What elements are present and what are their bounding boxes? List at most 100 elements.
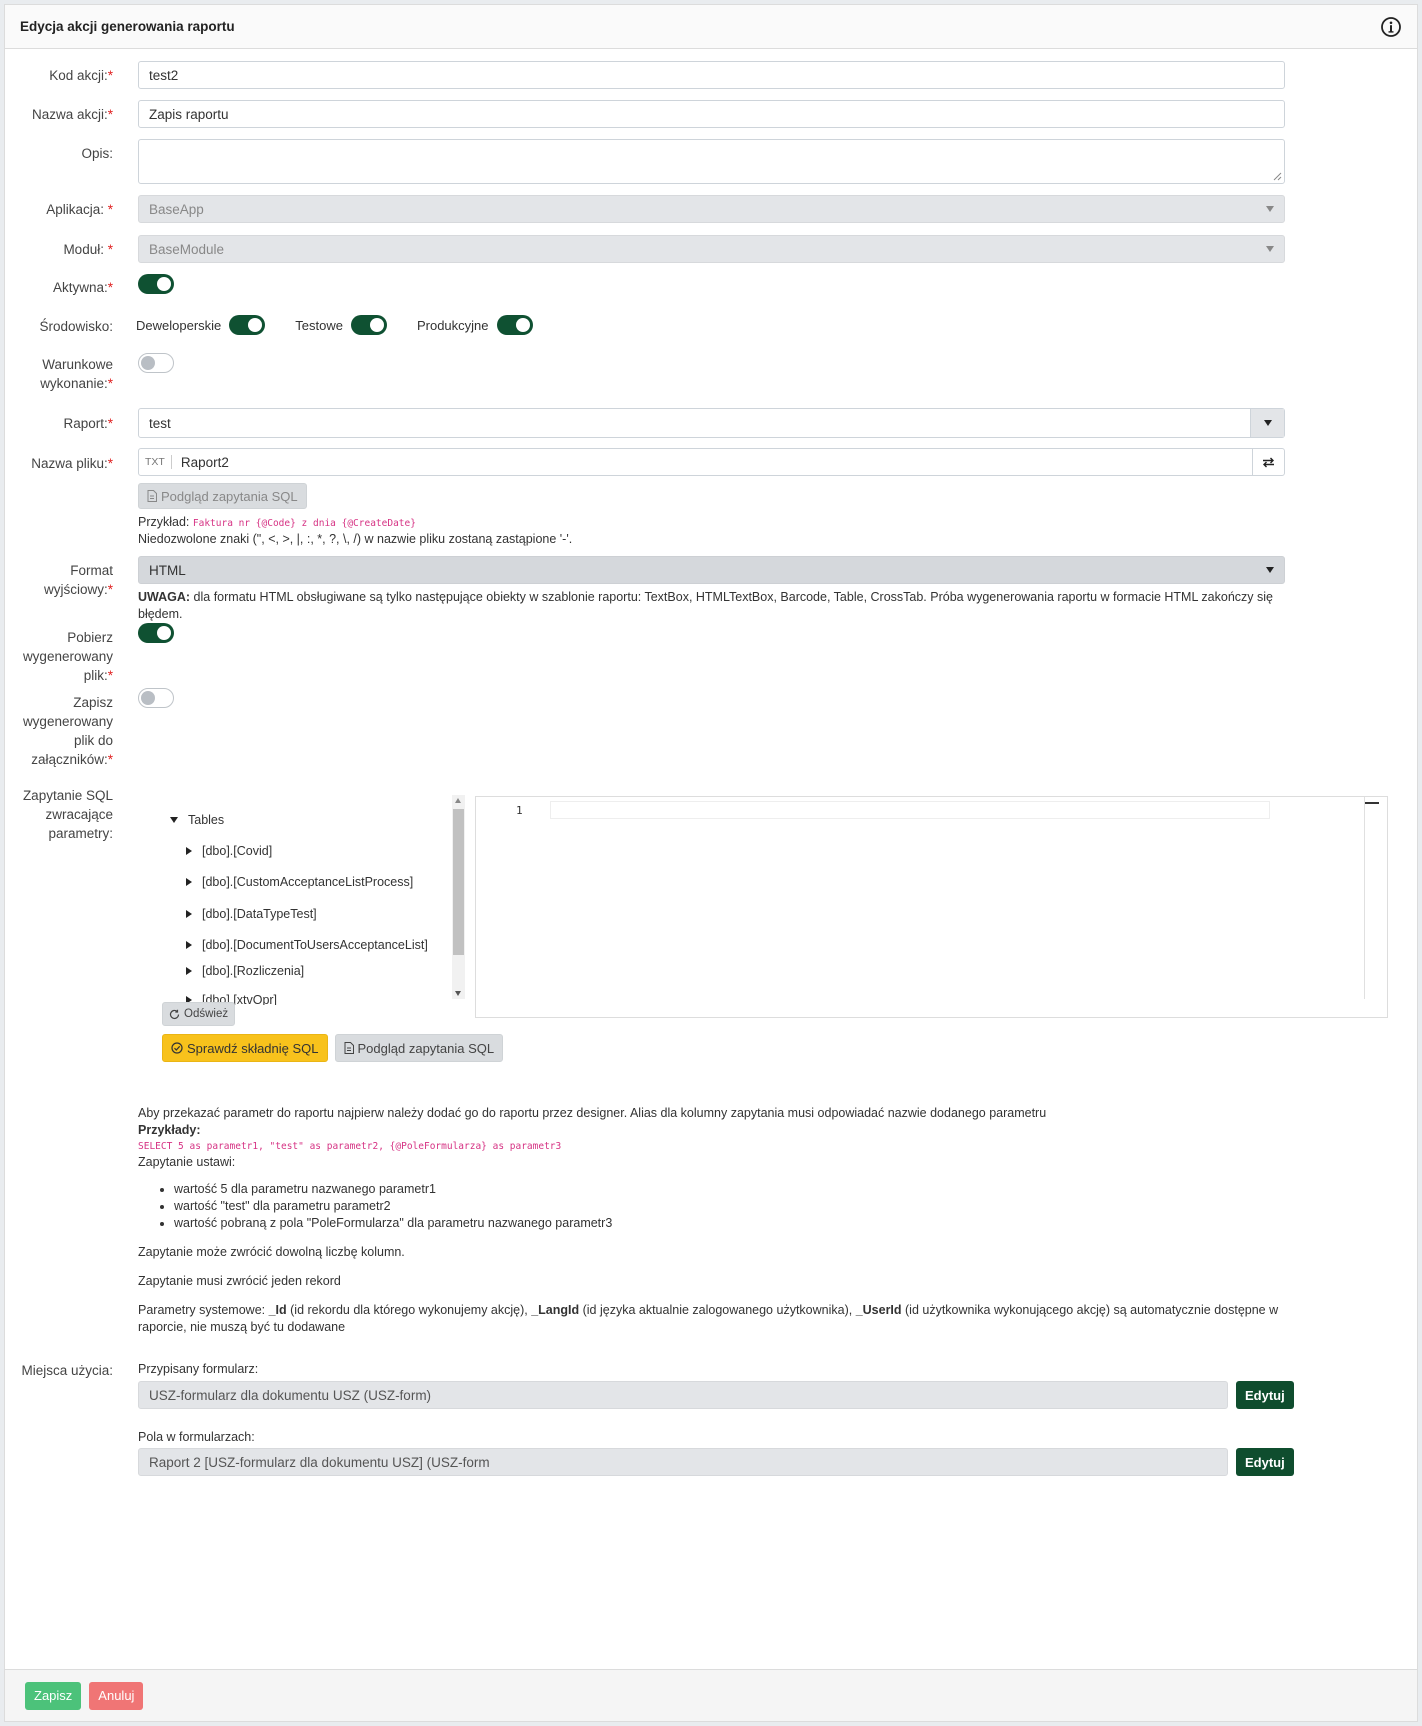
tree-item[interactable]: [dbo].[DocumentToUsersAcceptanceList] [186,938,428,952]
opis-row: Opis: [5,139,1417,185]
kod-akcji-input[interactable]: test2 [138,61,1285,89]
tree-item[interactable]: [dbo].[CustomAcceptanceListProcess] [186,875,413,889]
format-row: Format wyjściowy:* HTML UWAGA: dla forma… [5,556,1417,621]
nazwa-akcji-input[interactable]: Zapis raportu [138,100,1285,128]
caret-right-icon [186,967,192,975]
refresh-label: Odśwież [184,1008,229,1020]
usage-label: Miejsca użycia: [21,1363,113,1378]
env-prod-toggle[interactable] [496,315,533,335]
help-section: Aby przekazać parametr do raportu najpie… [138,1105,1398,1336]
tree-item[interactable]: [dbo].[DataTypeTest] [186,907,317,921]
sql-editor[interactable]: 1 [475,796,1388,1018]
zapisz-label-1: Zapisz [73,695,113,710]
edit-fields-button[interactable]: Edytuj [1236,1448,1294,1476]
nazwa-pliku-input[interactable]: TXT Raport2 [138,448,1285,476]
help-p1: Zapytanie może zwrócić dowolną liczbę ko… [138,1245,405,1259]
zapisz-toggle[interactable] [138,688,174,708]
nazwa-akcji-row: Nazwa akcji:* Zapis raportu [5,100,1417,128]
raport-label: Raport: [63,416,108,431]
chevron-down-icon [1266,206,1274,212]
raport-row: Raport:* test [5,408,1417,438]
help-system-params: Parametry systemowe: _Id (id rekordu dla… [138,1303,1279,1334]
format-select[interactable]: HTML [138,556,1285,584]
swap-icon[interactable] [1252,449,1284,475]
resize-handle-icon[interactable] [1273,172,1282,181]
tree-item[interactable]: [dbo].[Covid] [186,844,272,858]
tree-item[interactable]: [dbo].[Rozliczenia] [186,964,304,978]
chevron-down-icon [1266,246,1274,252]
zapisz-label-3: plik do [73,733,113,748]
file-icon [147,490,157,502]
env-dev-toggle[interactable] [229,315,266,335]
kod-akcji-value: test2 [149,67,179,83]
table-tree: Tables [dbo].[Covid] [dbo].[CustomAccept… [150,795,466,1005]
env-test-label: Testowe [295,317,343,333]
fields-label: Pola w formularzach: [138,1430,255,1444]
file-sql-preview-button[interactable]: Podgląd zapytania SQL [138,483,307,509]
opis-label: Opis: [81,146,113,161]
format-label-2: wyjściowy: [43,582,108,597]
warning-text: dla formatu HTML obsługiwane są tylko na… [138,590,1273,621]
refresh-icon [169,1009,180,1019]
warunkowe-row: Warunkowe wykonanie:* [5,353,1417,393]
modul-select: BaseModule [138,235,1285,263]
srodowisko-row: Środowisko: Deweloperskie Testowe Produk… [5,315,1417,337]
help-bullet: wartość 5 dla parametru nazwanego parame… [174,1181,1398,1198]
modul-row: Moduł: * BaseModule [5,235,1417,263]
kod-akcji-label: Kod akcji: [49,68,108,83]
aplikacja-label: Aplikacja: [46,202,104,217]
caret-right-icon [186,941,192,949]
check-syntax-button[interactable]: Sprawdź składnię SQL [162,1034,328,1062]
assigned-form-value: USZ-formularz dla dokumentu USZ (USZ-for… [149,1387,432,1403]
refresh-button[interactable]: Odśwież [162,1002,236,1026]
form-fields-value: Raport 2 [USZ-formularz dla dokumentu US… [149,1454,490,1470]
format-value: HTML [149,562,186,578]
nazwa-pliku-value: Raport2 [180,454,229,470]
info-icon[interactable] [1380,16,1402,38]
usage-row: Miejsca użycia: Przypisany formularz: US… [5,1361,1417,1501]
minimize-icon[interactable] [1365,802,1379,804]
warunkowe-label-1: Warunkowe [42,357,113,372]
scroll-thumb[interactable] [453,809,464,955]
form-fields-field: Raport 2 [USZ-formularz dla dokumentu US… [138,1448,1228,1476]
example-code: Faktura nr {@Code} z dnia {@CreateDate} [192,518,416,529]
sql-label-3: parametry: [48,826,113,841]
env-test-toggle[interactable] [350,315,387,335]
sql-preview-button[interactable]: Podgląd zapytania SQL [334,1034,504,1062]
zapisz-row: Zapisz wygenerowany plik do załączników:… [5,688,1417,767]
env-prod-label: Produkcyjne [416,317,489,333]
tree-scrollbar[interactable] [452,795,465,999]
pobierz-label-2: wygenerowany [22,649,113,664]
help-code: SELECT 5 as parametr1, "test" as paramet… [138,1141,562,1152]
sql-row: Zapytanie SQL zwracające parametry: Tabl… [5,781,1417,1062]
opis-textarea[interactable] [138,139,1285,184]
scroll-up-icon[interactable] [455,798,461,803]
help-bullets: wartość 5 dla parametru nazwanego parame… [138,1181,1398,1232]
edit-form-button[interactable]: Edytuj [1236,1381,1294,1409]
pobierz-toggle[interactable] [138,623,174,643]
form-label: Przypisany formularz: [138,1362,259,1376]
scroll-down-icon[interactable] [455,991,461,996]
pobierz-label-1: Pobierz [67,630,113,645]
example-label: Przykład: [138,515,190,529]
save-button[interactable]: Zapisz [25,1681,82,1710]
aktywna-toggle[interactable] [138,274,174,294]
cancel-button[interactable]: Anuluj [89,1681,144,1710]
caret-right-icon [186,878,192,886]
warunkowe-toggle[interactable] [138,353,174,373]
help-bullet: wartość "test" dla parametru parametr2 [174,1198,1398,1215]
check-syntax-label: Sprawdź składnię SQL [187,1040,319,1056]
aplikacja-row: Aplikacja: * BaseApp [5,195,1417,223]
kod-akcji-row: Kod akcji:* test2 [5,61,1417,89]
raport-select[interactable]: test [138,408,1285,438]
srodowisko-label: Środowisko: [39,319,113,334]
help-p2: Zapytanie musi zwrócić jeden rekord [138,1274,341,1288]
assigned-form-field: USZ-formularz dla dokumentu USZ (USZ-for… [138,1381,1228,1409]
page-title: Edycja akcji generowania raportu [20,19,235,34]
caret-down-icon [170,817,178,823]
tree-root[interactable]: Tables [170,813,224,827]
edit-panel: Edycja akcji generowania raportu Kod akc… [4,4,1418,1722]
env-dev-label: Deweloperskie [136,317,222,333]
raport-dropdown-button[interactable] [1250,409,1284,437]
sql-preview-label: Podgląd zapytania SQL [357,1040,495,1056]
